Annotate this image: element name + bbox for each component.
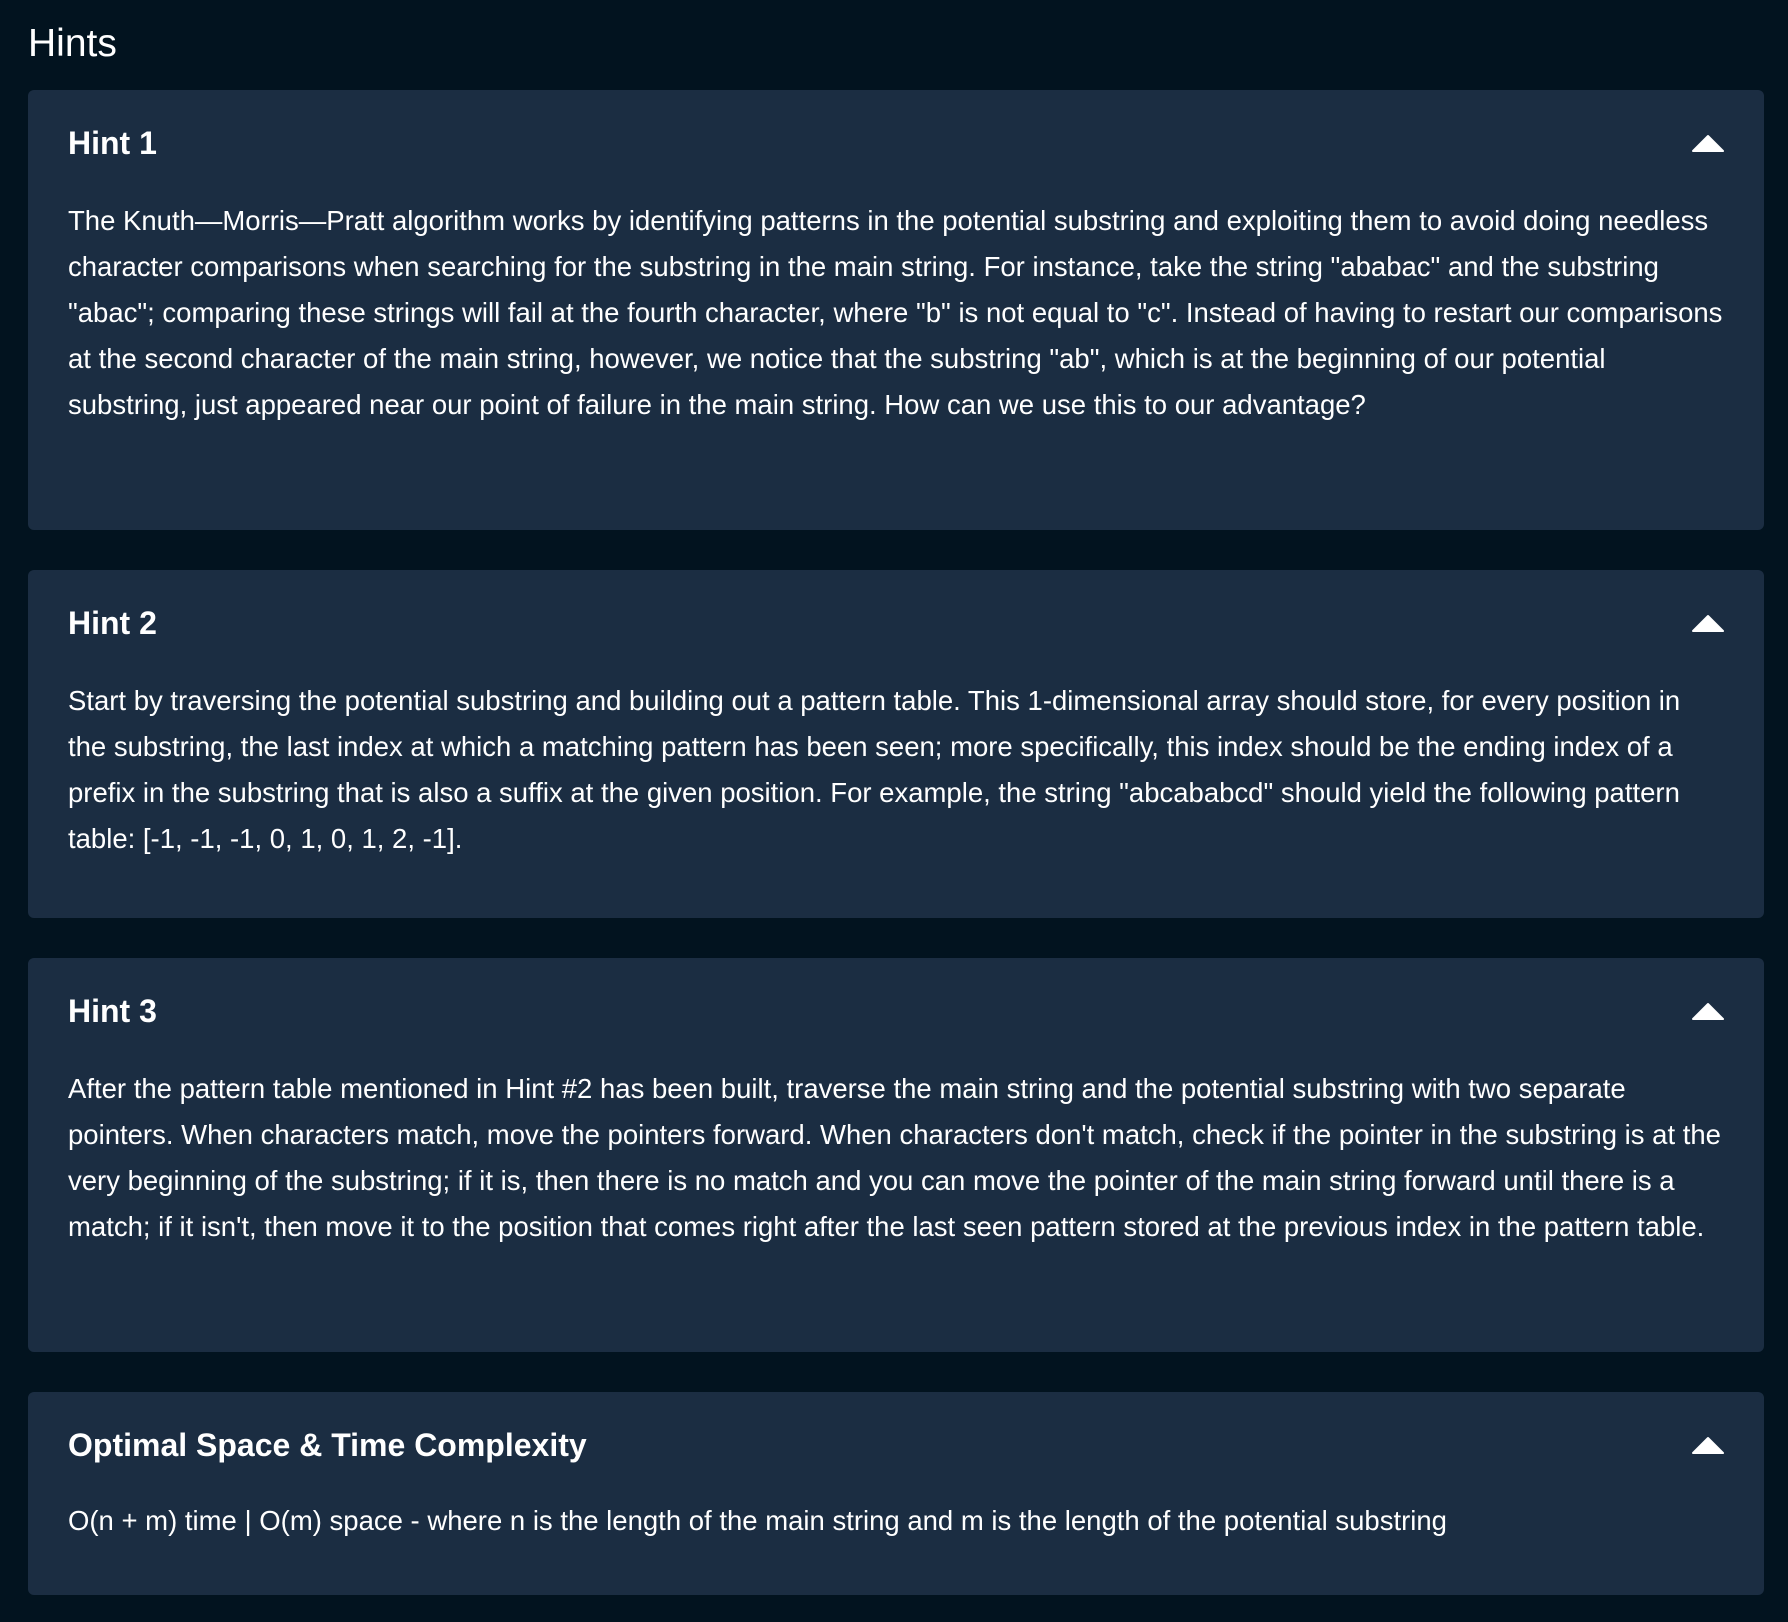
complexity-title: Optimal Space & Time Complexity — [68, 1426, 587, 1463]
hint-1-title: Hint 1 — [68, 124, 157, 161]
chevron-up-icon[interactable] — [1692, 1435, 1724, 1455]
hint-1-header[interactable]: Hint 1 — [68, 90, 1724, 196]
hint-2-title: Hint 2 — [68, 604, 157, 641]
complexity-panel: Optimal Space & Time Complexity O(n + m)… — [28, 1392, 1764, 1595]
hint-1-text: The Knuth—Morris—Pratt algorithm works b… — [68, 205, 1723, 420]
hint-3-panel: Hint 3 After the pattern table mentioned… — [28, 958, 1764, 1352]
hint-3-text: After the pattern table mentioned in Hin… — [68, 1073, 1721, 1242]
chevron-up-icon[interactable] — [1692, 1001, 1724, 1021]
complexity-text: O(n + m) time | O(m) space - where n is … — [68, 1505, 1447, 1536]
chevron-up-icon[interactable] — [1692, 613, 1724, 633]
complexity-header[interactable]: Optimal Space & Time Complexity — [68, 1392, 1724, 1498]
page-title: Hints — [28, 22, 117, 65]
hint-3-title: Hint 3 — [68, 992, 157, 1029]
hint-2-header[interactable]: Hint 2 — [68, 570, 1724, 676]
chevron-up-icon[interactable] — [1692, 133, 1724, 153]
hint-3-header[interactable]: Hint 3 — [68, 958, 1724, 1064]
hint-2-text: Start by traversing the potential substr… — [68, 685, 1681, 854]
hint-1-panel: Hint 1 The Knuth—Morris—Pratt algorithm … — [28, 90, 1764, 530]
hint-2-panel: Hint 2 Start by traversing the potential… — [28, 570, 1764, 918]
